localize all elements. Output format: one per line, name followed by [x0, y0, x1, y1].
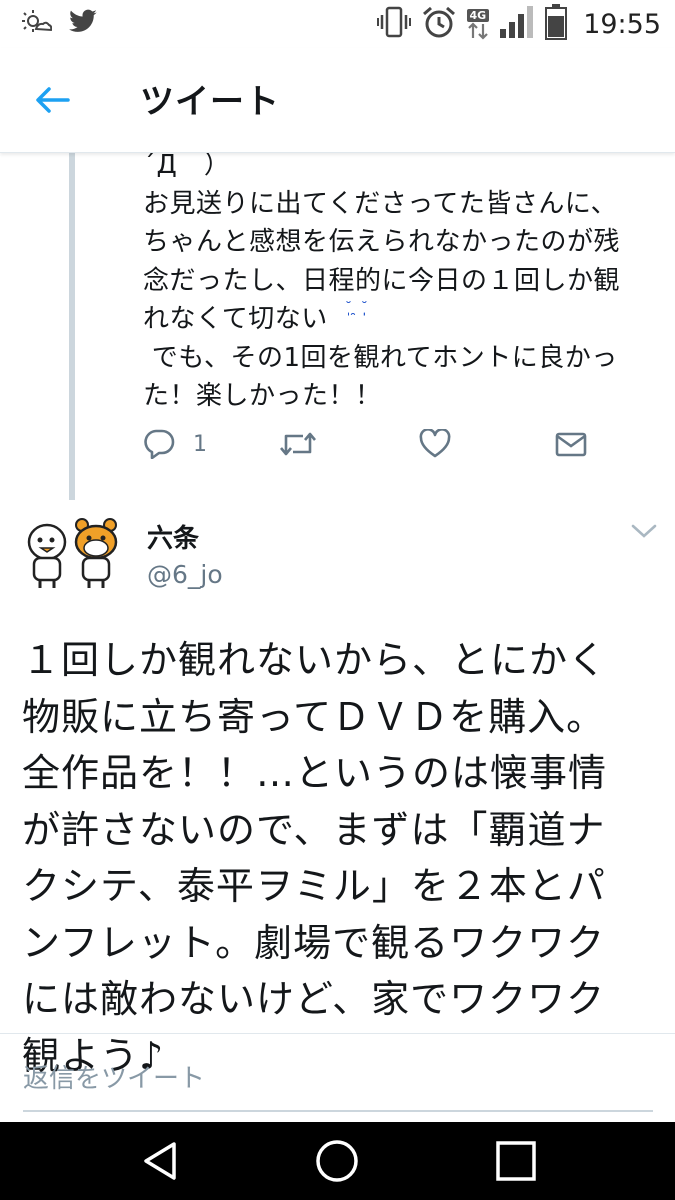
status-bar: 4G 19:55	[0, 0, 675, 48]
avatar-image	[27, 518, 118, 588]
signal-icon	[499, 5, 535, 43]
previous-tweet-text: ´Д｀） お見送りに出てくださってた皆さんに、 ちゃんと感想を伝えられなかったの…	[143, 146, 663, 416]
tweet-text: １回しか観れないから、とにかく 物販に立ち寄ってＤＶＤを購入。 全作品を！！…と…	[22, 638, 608, 1078]
retweet-action[interactable]	[279, 420, 317, 468]
triangle-back-icon	[144, 1142, 176, 1180]
thread-connector-line	[69, 152, 75, 500]
reply-input[interactable]: 返信をツイート	[23, 1058, 205, 1095]
tweet-options-button[interactable]	[630, 521, 658, 541]
navigation-bar	[0, 1122, 675, 1200]
circle-home-icon	[316, 1140, 358, 1182]
previous-tweet-body: ´Д｀） お見送りに出てくださってた皆さんに、 ちゃんと感想を伝えられなかったの…	[143, 150, 621, 411]
vibrate-icon	[376, 5, 411, 43]
author-handle[interactable]: @6_jo	[147, 560, 223, 589]
network-badge: 4G	[466, 8, 490, 40]
nav-home-button[interactable]	[312, 1136, 362, 1186]
twitter-bird-icon	[68, 9, 98, 39]
nav-back-button[interactable]	[135, 1136, 185, 1186]
clock: 19:55	[583, 8, 661, 40]
chevron-down-icon	[631, 524, 657, 538]
weather-icon	[22, 9, 53, 39]
nav-recents-button[interactable]	[491, 1136, 541, 1186]
like-icon	[419, 429, 451, 458]
retweet-icon	[280, 432, 316, 456]
reply-action[interactable]: 1	[143, 420, 207, 468]
back-button[interactable]	[30, 78, 74, 122]
alarm-icon	[421, 5, 457, 43]
like-action[interactable]	[419, 420, 451, 468]
page-title: ツイート	[140, 82, 280, 122]
divider	[0, 1033, 675, 1034]
previous-tweet-actions: 1	[143, 420, 603, 468]
reply-count: 1	[193, 431, 207, 457]
app-header: ツイート	[0, 48, 675, 153]
reply-input-underline	[23, 1110, 653, 1112]
sad-face-emoji: ˘̩̩̩ ̯ ˘̩̩̩	[345, 300, 368, 316]
square-recents-icon	[496, 1141, 536, 1181]
dm-icon	[555, 432, 587, 457]
battery-icon	[545, 4, 568, 44]
network-type: 4G	[466, 8, 490, 22]
reply-icon	[144, 429, 175, 459]
data-arrows-icon	[468, 21, 488, 40]
author-name[interactable]: 六条	[147, 518, 199, 555]
arrow-left-icon	[36, 87, 70, 113]
avatar[interactable]	[24, 518, 124, 592]
direct-message-action[interactable]	[555, 420, 587, 468]
